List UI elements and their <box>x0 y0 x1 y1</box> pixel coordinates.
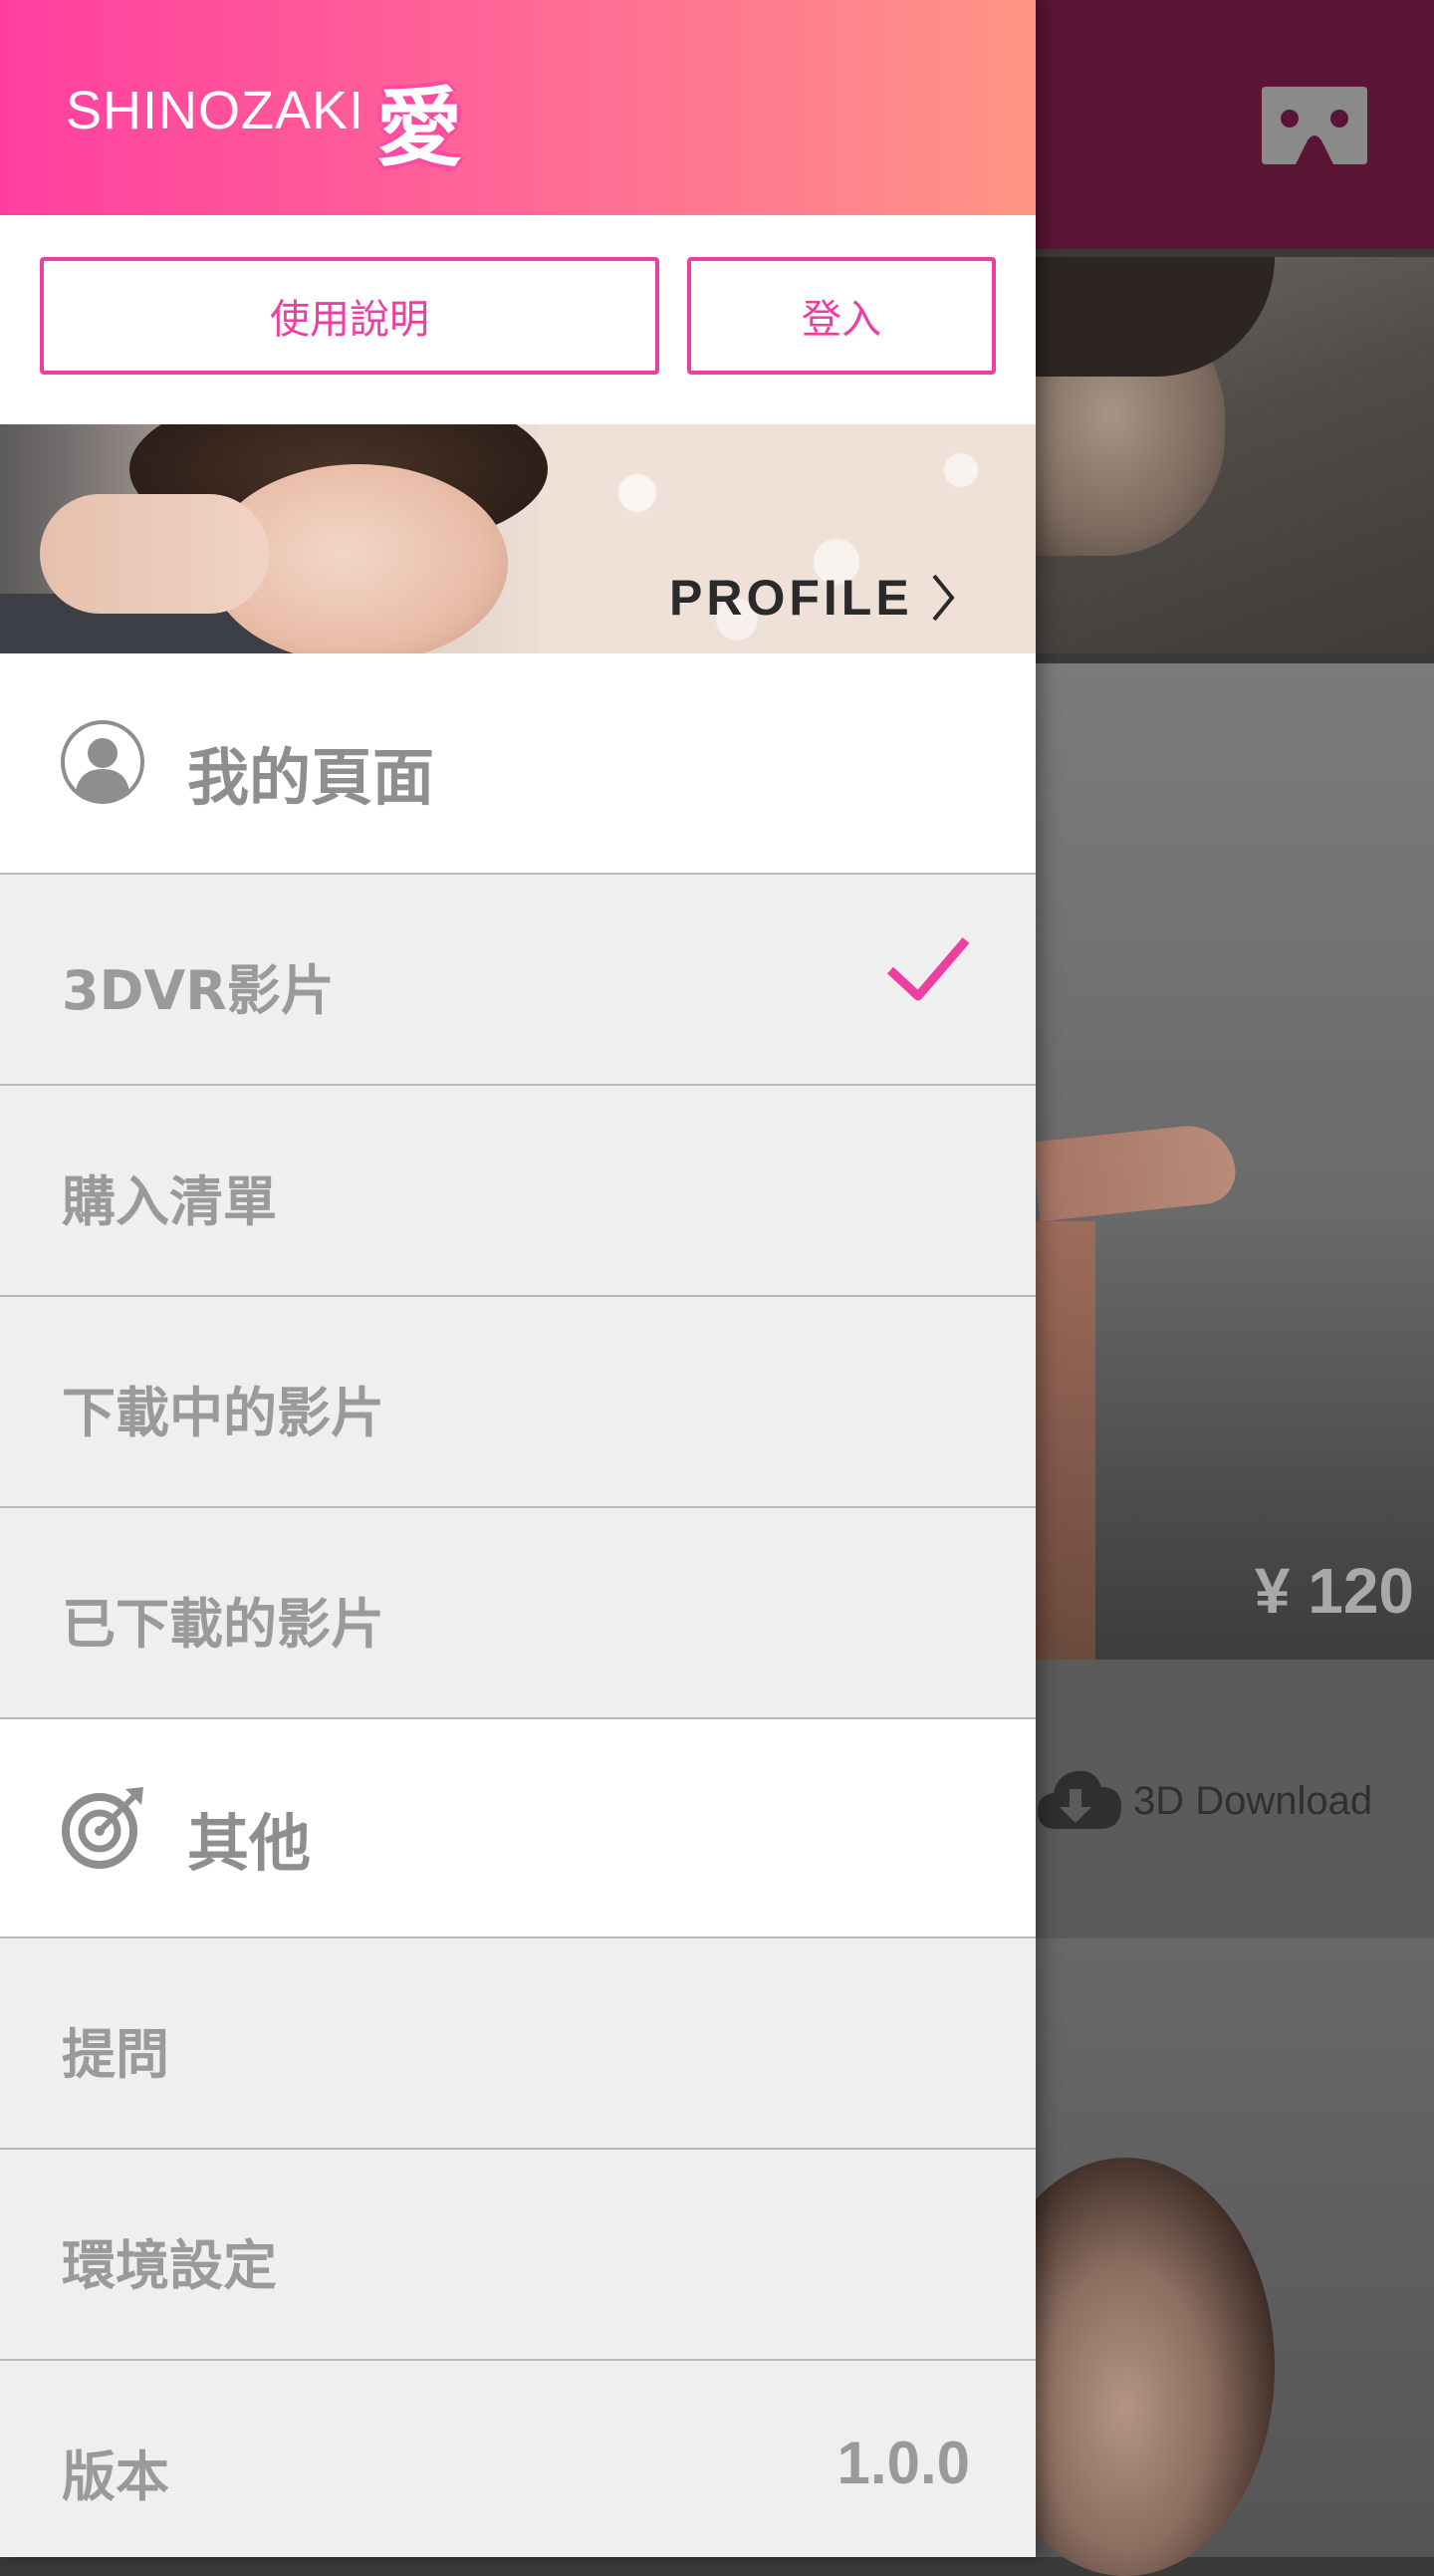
video-thumbnail[interactable] <box>1036 257 1434 653</box>
user-guide-button[interactable]: 使用說明 <box>40 257 659 375</box>
menu-item-version: 版本 1.0.0 <box>0 2361 1036 2557</box>
chevron-right-icon <box>932 574 955 622</box>
login-button[interactable]: 登入 <box>687 257 996 375</box>
video-thumbnail[interactable] <box>1032 663 1434 1660</box>
download-3d-button[interactable]: 3D Download <box>1036 1761 1372 1841</box>
menu-item-label: 提問 <box>62 2023 169 2086</box>
menu-item-downloading-videos[interactable]: 下載中的影片 <box>0 1297 1036 1506</box>
menu-item-downloaded-videos[interactable]: 已下載的影片 <box>0 1508 1036 1717</box>
section-other[interactable]: 其他 <box>0 1719 1036 1936</box>
user-avatar-icon <box>61 720 144 804</box>
cloud-download-icon <box>1038 1770 1121 1829</box>
brand-logo-kanji: 愛 <box>376 79 462 178</box>
drawer-button-row: 使用說明 登入 <box>0 215 1036 424</box>
navigation-drawer: SHINOZAKI 愛 使用說明 登入 PROFILE 我的頁面 3DVR影片 <box>0 0 1036 2557</box>
menu-item-label: 購入清單 <box>62 1170 277 1233</box>
app-toolbar <box>1036 0 1434 249</box>
vr-headset-icon[interactable] <box>1260 85 1369 166</box>
video-thumbnail[interactable] <box>976 1938 1434 2576</box>
menu-item-3dvr-videos[interactable]: 3DVR影片 <box>0 875 1036 1084</box>
version-number: 1.0.0 <box>836 2430 970 2496</box>
target-icon <box>62 1787 143 1869</box>
profile-banner[interactable]: PROFILE <box>0 424 1036 653</box>
profile-label: PROFILE <box>669 570 913 626</box>
drawer-header: SHINOZAKI 愛 <box>0 0 1036 215</box>
price-label: ¥ 120 <box>1254 1555 1414 1627</box>
menu-item-questions[interactable]: 提問 <box>0 1938 1036 2148</box>
profile-link[interactable]: PROFILE <box>669 569 955 627</box>
menu-item-purchase-list[interactable]: 購入清單 <box>0 1086 1036 1295</box>
section-title-my-page: 我的頁面 <box>187 741 435 814</box>
section-title-other: 其他 <box>187 1807 312 1880</box>
download-3d-label: 3D Download <box>1133 1778 1373 1823</box>
section-my-page[interactable]: 我的頁面 <box>0 653 1036 873</box>
menu-item-label: 已下載的影片 <box>62 1593 384 1656</box>
menu-item-label: 下載中的影片 <box>62 1382 384 1444</box>
menu-item-settings[interactable]: 環境設定 <box>0 2150 1036 2359</box>
menu-item-label: 環境設定 <box>62 2234 277 2297</box>
menu-item-label: 3DVR影片 <box>62 959 335 1022</box>
brand-name: SHINOZAKI <box>66 81 365 140</box>
checkmark-icon <box>886 937 970 1001</box>
menu-item-label: 版本 <box>62 2446 169 2508</box>
